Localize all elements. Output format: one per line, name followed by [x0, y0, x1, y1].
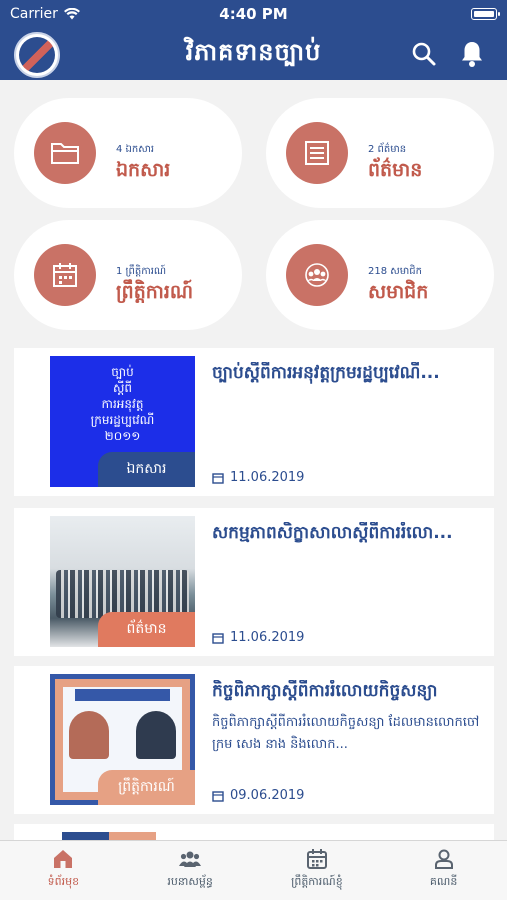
home-icon	[54, 850, 73, 868]
tab-label: ព្រឹត្តិការណ៍ខ្ញុំ	[291, 875, 343, 888]
tab-home[interactable]: ទំព័រមុខ	[0, 841, 127, 900]
post-title[interactable]: កិច្ចពិភាក្សាស្តីពីការរំលោយកិច្ចសន្យា	[212, 680, 484, 705]
post-date-text: 09.06.2019	[230, 788, 305, 803]
thumb-text-line: ស្តីពី	[112, 381, 133, 395]
post-date-text: 11.06.2019	[230, 630, 305, 645]
tab-account[interactable]: គណនី	[380, 841, 507, 900]
category-events[interactable]: 1 ព្រឹត្តិការណ៍ ព្រឹត្តិការណ៍	[14, 220, 242, 330]
calendar-icon	[212, 632, 224, 644]
category-badge: ព្រឹត្តិការណ៍	[98, 770, 195, 805]
category-badge: ព័ត៌មាន	[98, 612, 195, 647]
calendar-icon	[212, 790, 224, 802]
user-icon	[434, 849, 453, 869]
thumb-text-line: ២០១១	[104, 429, 141, 443]
post-date: 09.06.2019	[212, 788, 304, 803]
search-icon[interactable]	[411, 41, 437, 67]
battery-icon	[471, 8, 500, 20]
category-badge: ឯកសារ	[98, 452, 195, 487]
thumb-text-line: ក្រមរដ្ឋប្បវេណី	[90, 413, 155, 427]
category-label: ព្រឹត្តិការណ៍	[116, 281, 194, 303]
category-count: 4 ឯកសារ	[116, 144, 155, 155]
calendar-icon	[34, 244, 96, 306]
bell-icon[interactable]	[459, 40, 485, 68]
category-label: សមាជិក	[368, 281, 429, 303]
category-count: 2 ព័ត៌មាន	[368, 144, 407, 155]
post-date: 11.06.2019	[212, 630, 304, 645]
category-count: 218 សមាជិក	[368, 266, 423, 277]
nav-bar: វិភាគទានច្បាប់	[0, 28, 507, 80]
tab-label: ទំព័រមុខ	[47, 875, 80, 888]
folder-icon	[34, 122, 96, 184]
calendar-icon	[212, 472, 224, 484]
category-label: ព័ត៌មាន	[368, 159, 423, 181]
post-card[interactable]: ច្បាប់ ស្តីពី ការអនុវត្ត ក្រមរដ្ឋប្បវេណី…	[14, 348, 494, 496]
post-title[interactable]: សកម្មភាពសិក្ខាសាលាស្តីពីការរំលោ...	[212, 522, 484, 547]
clock: 4:40 PM	[219, 5, 288, 23]
post-card[interactable]: ព្រឹត្តិការណ៍ កិច្ចពិភាក្សាស្តីពីការរំលោ…	[14, 666, 494, 814]
category-documents[interactable]: 4 ឯកសារ ឯកសារ	[14, 98, 242, 208]
post-card[interactable]: ព័ត៌មាន សកម្មភាពសិក្ខាសាលាស្តីពីការរំលោ.…	[14, 508, 494, 656]
thumb-text-line: ការអនុវត្ត	[101, 397, 144, 411]
status-bar: Carrier 4:40 PM	[0, 0, 507, 28]
post-excerpt: កិច្ចពិភាក្សាស្តីពីការរំលោយកិច្ចសន្យា ដែ…	[212, 715, 480, 752]
people-icon	[179, 851, 202, 867]
tab-structure[interactable]: របនាសម្ព័ន្ធ	[127, 841, 254, 900]
category-members[interactable]: 218 សមាជិក សមាជិក	[266, 220, 494, 330]
tab-label: របនាសម្ព័ន្ធ	[167, 875, 213, 888]
post-title[interactable]: ច្បាប់ស្តីពីការអនុវត្តក្រមរដ្ឋប្បវេណី...	[212, 362, 484, 387]
post-date-text: 11.06.2019	[230, 470, 305, 485]
newspaper-icon	[286, 122, 348, 184]
calendar-icon	[306, 849, 327, 869]
category-news[interactable]: 2 ព័ត៌មាន ព័ត៌មាន	[266, 98, 494, 208]
group-icon	[286, 244, 348, 306]
thumb-text-line: ច្បាប់	[111, 365, 134, 379]
tab-bar: ទំព័រមុខ របនាសម្ព័ន្ធ ព្រឹត្តិការណ៍ខ្ញុំ…	[0, 840, 507, 900]
category-count: 1 ព្រឹត្តិការណ៍	[116, 266, 167, 277]
post-date: 11.06.2019	[212, 470, 304, 485]
tab-label: គណនី	[429, 875, 458, 888]
tab-my-events[interactable]: ព្រឹត្តិការណ៍ខ្ញុំ	[254, 841, 381, 900]
category-label: ឯកសារ	[116, 159, 171, 181]
